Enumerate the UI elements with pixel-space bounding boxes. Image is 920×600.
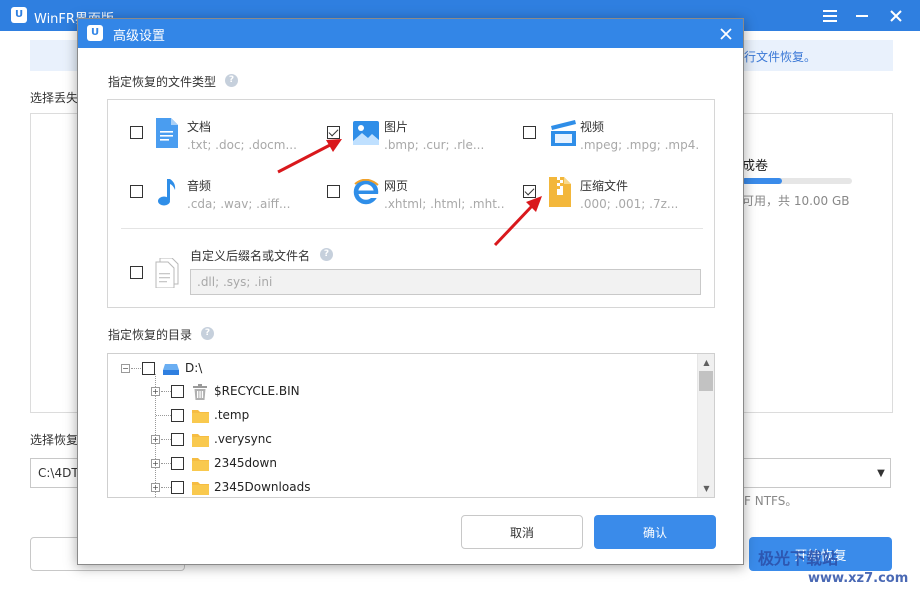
document-checkbox[interactable] <box>130 126 143 139</box>
tree-row-label[interactable]: D:\ <box>185 361 202 375</box>
watermark-logo: 极光下载站 <box>758 549 839 568</box>
tree-row-checkbox[interactable] <box>171 433 184 446</box>
tree-connector <box>161 391 171 392</box>
recycle-bin-icon <box>193 384 209 400</box>
image-type-ext: .bmp; .cur; .rle... <box>384 138 485 152</box>
recover-path-value: C:\4DT <box>38 466 79 480</box>
scroll-up-icon[interactable]: ▲ <box>698 354 714 371</box>
tree-connector <box>161 439 171 440</box>
archive-type-name: 压缩文件 <box>580 179 629 193</box>
custom-extension-label: 自定义后缀名或文件名 <box>190 249 311 263</box>
volume-capacity-text: 可用，共 10.00 GB <box>742 194 850 208</box>
music-icon <box>156 177 182 209</box>
folder-icon <box>192 481 209 495</box>
menu-icon[interactable] <box>818 5 842 27</box>
file-types-label: 指定恢复的文件类型 <box>108 75 217 89</box>
select-lost-label: 选择丢失 <box>30 91 79 105</box>
custom-file-icon <box>155 257 179 289</box>
custom-extension-input[interactable]: .dll; .sys; .ini <box>190 269 701 295</box>
help-icon[interactable]: ? <box>320 248 333 261</box>
web-checkbox[interactable] <box>327 185 340 198</box>
app-logo-icon: U <box>87 25 103 41</box>
tree-row-label[interactable]: 2345down <box>214 456 277 470</box>
type-web[interactable]: 网页 .xhtml; .html; .mht... <box>327 177 507 217</box>
advanced-settings-dialog: U 高级设置 指定恢复的文件类型 ? 文档 .txt; .doc; .docm.… <box>77 18 744 565</box>
scroll-thumb[interactable] <box>699 371 713 391</box>
close-icon[interactable] <box>715 23 737 45</box>
expand-icon[interactable]: + <box>151 387 160 396</box>
scroll-down-icon[interactable]: ▼ <box>698 480 714 497</box>
types-divider <box>121 228 703 229</box>
folder-icon <box>192 457 209 471</box>
web-icon <box>353 178 379 211</box>
folder-icon <box>192 433 209 447</box>
file-types-box: 文档 .txt; .doc; .docm... 图片 .bmp; .cur; .… <box>107 99 715 308</box>
audio-type-ext: .cda; .wav; .aiff... <box>187 197 291 211</box>
tree-row-checkbox[interactable] <box>171 457 184 470</box>
collapse-icon[interactable]: − <box>121 364 130 373</box>
video-icon <box>549 120 576 152</box>
help-icon[interactable]: ? <box>201 327 214 340</box>
annotation-arrow-icon <box>493 196 542 247</box>
dialog-titlebar: U 高级设置 <box>78 19 743 48</box>
tree-row-label[interactable]: .verysync <box>214 432 272 446</box>
directory-tree: − D:\ + $RECYCLE.BIN .temp + .verysync +… <box>107 353 715 498</box>
tree-connector <box>131 368 141 369</box>
dialog-title: 高级设置 <box>113 29 166 44</box>
close-icon[interactable] <box>884 5 908 27</box>
image-icon <box>353 121 379 153</box>
tree-row-checkbox[interactable] <box>171 481 184 494</box>
video-type-ext: .mpeg; .mpg; .mp4... <box>580 138 700 152</box>
archive-icon <box>549 177 575 209</box>
tree-row-checkbox[interactable] <box>142 362 155 375</box>
help-icon[interactable]: ? <box>225 74 238 87</box>
audio-type-name: 音频 <box>187 179 212 193</box>
video-checkbox[interactable] <box>523 126 536 139</box>
ntfs-text: F NTFS。 <box>744 494 798 508</box>
type-audio[interactable]: 音频 .cda; .wav; .aiff... <box>130 177 310 217</box>
type-video[interactable]: 视频 .mpeg; .mpg; .mp4... <box>523 118 708 158</box>
tree-connector <box>156 415 171 416</box>
tree-row-label[interactable]: 2345Downloads <box>214 480 310 494</box>
tree-row-label[interactable]: .temp <box>214 408 249 422</box>
video-type-name: 视频 <box>580 120 605 134</box>
document-type-name: 文档 <box>187 120 212 134</box>
tree-connector <box>161 463 171 464</box>
confirm-button[interactable]: 确认 <box>594 515 716 549</box>
tree-row-checkbox[interactable] <box>171 409 184 422</box>
select-recover-label: 选择恢复 <box>30 433 79 447</box>
archive-type-ext: .000; .001; .7z... <box>580 197 679 211</box>
location-panel <box>30 113 80 413</box>
expand-icon[interactable]: + <box>151 435 160 444</box>
type-image[interactable]: 图片 .bmp; .cur; .rle... <box>327 118 507 158</box>
audio-checkbox[interactable] <box>130 185 143 198</box>
directory-label: 指定恢复的目录 <box>108 328 193 342</box>
web-type-ext: .xhtml; .html; .mht... <box>384 197 504 211</box>
tree-connector <box>161 487 171 488</box>
volume-title: 成卷 <box>742 159 769 174</box>
expand-icon[interactable]: + <box>151 459 160 468</box>
image-type-name: 图片 <box>384 120 409 134</box>
cancel-button[interactable]: 取消 <box>461 515 583 549</box>
annotation-arrow-icon <box>277 139 342 174</box>
watermark-url: www.xz7.com <box>808 571 909 586</box>
recover-path-field-right[interactable] <box>743 458 891 488</box>
tree-row-label[interactable]: $RECYCLE.BIN <box>214 384 300 398</box>
chevron-down-icon[interactable]: ▼ <box>872 460 890 486</box>
expand-icon[interactable]: + <box>151 483 160 492</box>
info-text: 行文件恢复。 <box>744 50 817 64</box>
tree-row-checkbox[interactable] <box>171 385 184 398</box>
document-icon <box>156 118 182 150</box>
web-type-name: 网页 <box>384 179 409 193</box>
tree-scrollbar[interactable]: ▲ ▼ <box>697 354 714 497</box>
drive-icon <box>163 362 179 376</box>
minimize-icon[interactable] <box>850 5 874 27</box>
custom-checkbox[interactable] <box>130 266 143 279</box>
app-logo-icon: U <box>11 7 27 23</box>
volume-usage-fill <box>742 178 782 184</box>
folder-icon <box>192 409 209 423</box>
type-archive[interactable]: 压缩文件 .000; .001; .7z... <box>523 177 708 217</box>
